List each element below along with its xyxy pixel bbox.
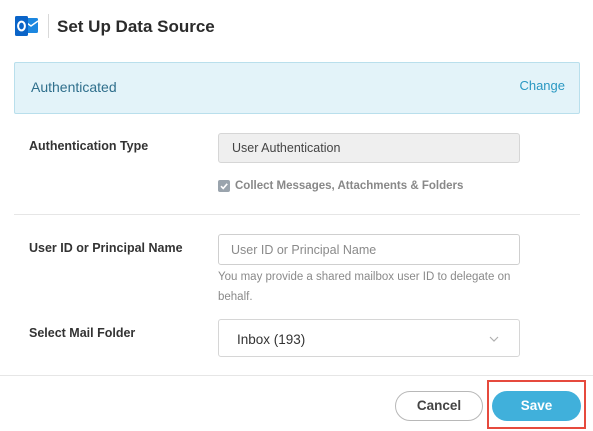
header-divider bbox=[48, 14, 49, 38]
chevron-down-icon bbox=[489, 336, 499, 342]
dialog-title: Set Up Data Source bbox=[57, 17, 215, 36]
mail-folder-selected-value: Inbox (193) bbox=[237, 332, 306, 347]
footer-divider bbox=[0, 375, 593, 376]
authentication-type-field: User Authentication bbox=[218, 133, 520, 163]
save-button[interactable]: Save bbox=[492, 391, 581, 421]
section-divider bbox=[14, 214, 580, 215]
collect-messages-label: Collect Messages, Attachments & Folders bbox=[235, 180, 464, 192]
authentication-type-label: Authentication Type bbox=[29, 139, 149, 153]
user-id-label: User ID or Principal Name bbox=[29, 241, 183, 255]
user-id-input[interactable] bbox=[218, 234, 520, 265]
authenticated-banner: Authenticated Change bbox=[14, 62, 580, 114]
cancel-button[interactable]: Cancel bbox=[395, 391, 483, 421]
dialog-header: Set Up Data Source bbox=[0, 0, 593, 56]
user-id-helper-text: You may provide a shared mailbox user ID… bbox=[218, 271, 511, 303]
mail-folder-label: Select Mail Folder bbox=[29, 326, 136, 340]
checkmark-icon bbox=[220, 183, 228, 190]
mail-folder-select[interactable]: Inbox (193) bbox=[218, 319, 520, 357]
auth-status-text: Authenticated bbox=[31, 79, 117, 95]
authentication-type-value: User Authentication bbox=[232, 141, 341, 155]
change-auth-link[interactable]: Change bbox=[519, 78, 565, 93]
outlook-icon bbox=[15, 16, 39, 36]
collect-messages-checkbox[interactable] bbox=[218, 180, 230, 192]
